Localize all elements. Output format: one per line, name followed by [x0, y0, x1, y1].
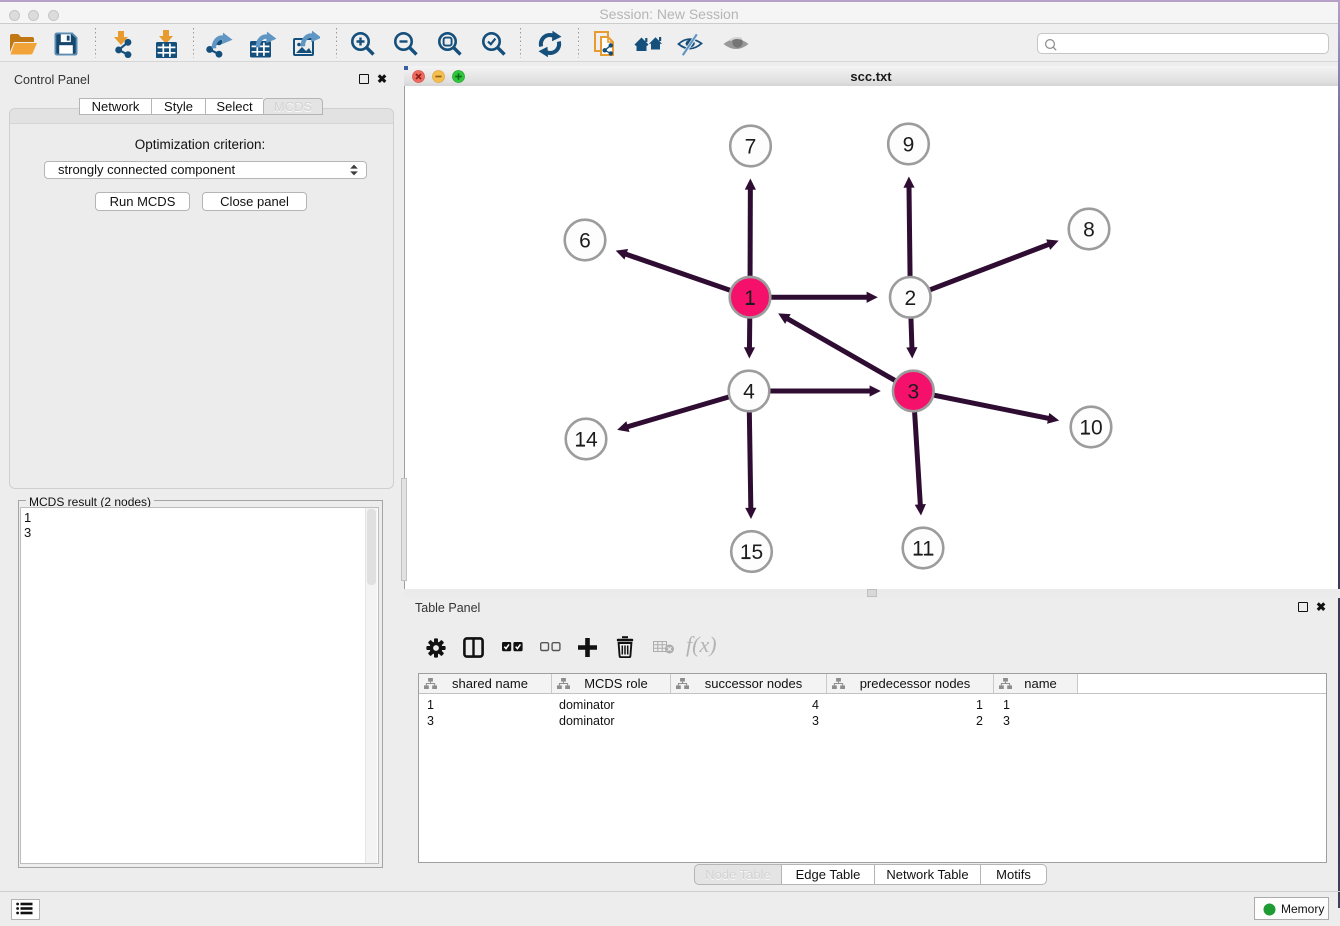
svg-text:15: 15 — [740, 541, 763, 564]
svg-text:3: 3 — [907, 381, 919, 404]
svg-text:11: 11 — [912, 538, 934, 561]
svg-text:2: 2 — [904, 287, 916, 310]
svg-text:1: 1 — [744, 287, 756, 310]
svg-text:4: 4 — [743, 381, 755, 404]
svg-text:9: 9 — [903, 134, 915, 157]
svg-text:6: 6 — [579, 230, 591, 253]
svg-text:7: 7 — [745, 136, 757, 159]
svg-text:10: 10 — [1079, 417, 1102, 440]
svg-text:8: 8 — [1083, 219, 1095, 242]
svg-text:14: 14 — [574, 429, 598, 452]
